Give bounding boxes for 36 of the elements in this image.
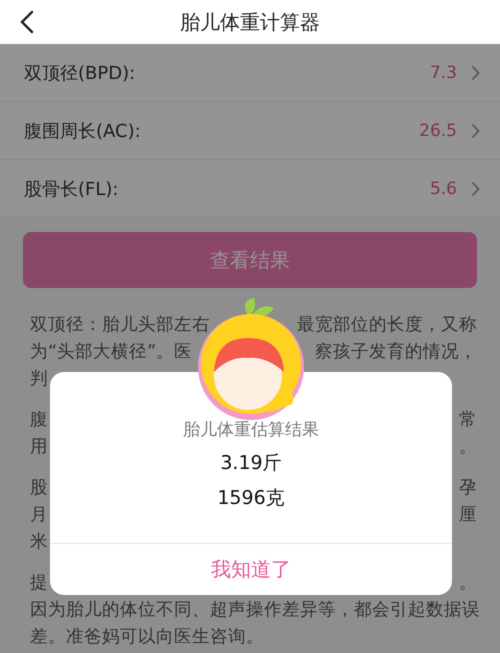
chevron-icon <box>471 122 480 138</box>
measurement-row[interactable]: 腹围周长(AC): 26.5 <box>0 102 500 160</box>
measurement-row[interactable]: 股骨长(FL): 5.6 <box>0 160 500 218</box>
page-title: 胎儿体重计算器 <box>180 8 320 36</box>
explanation-text: 腹 <box>30 409 48 432</box>
explanation-text: 提 <box>30 572 48 595</box>
explanation-text: 常 <box>459 409 477 432</box>
confirm-button[interactable]: 我知道了 <box>50 543 452 595</box>
measurement-value: 5.6 <box>430 178 457 198</box>
measurement-label: 腹围周长(AC): <box>24 120 142 142</box>
back-icon[interactable] <box>20 10 34 34</box>
explanation-text: 为“头部大横径”。医 <box>30 341 192 364</box>
explanation-text: 最宽部位的长度，又称 <box>297 314 477 337</box>
result-text: 1596克 <box>217 486 285 511</box>
measurement-value: 7.3 <box>430 62 457 82</box>
result-text: 3.19斤 <box>220 451 282 476</box>
dialog-title: 胎儿体重估算结果 <box>183 419 319 441</box>
explanation-text: 。 <box>459 436 477 459</box>
measurement-row[interactable]: 双顶径(BPD): 7.3 <box>0 44 500 102</box>
explanation-text: 米 <box>30 531 48 554</box>
explanation-text: 察孩子发育的情况， <box>315 341 477 364</box>
explanation-text: 厘 <box>459 504 477 527</box>
chevron-icon <box>471 64 480 80</box>
explanation-text: 孕 <box>459 477 477 500</box>
explanation-text: 因为胎儿的体位不同、超声操作差异等，都会引起数据误 <box>30 599 480 622</box>
explanation-text: 差。准爸妈可以向医生咨询。 <box>30 626 264 649</box>
measurement-label: 双顶径(BPD): <box>24 62 136 84</box>
explanation-text: 用 <box>30 436 48 459</box>
explanation-text: 判 <box>30 368 48 391</box>
explanation-text: 股 <box>30 477 48 500</box>
explanation-text: 月 <box>30 504 48 527</box>
measurement-label: 股骨长(FL): <box>24 178 120 200</box>
measurement-value: 26.5 <box>419 120 457 140</box>
explanation-text: 。 <box>459 572 477 595</box>
explanation-text: 双顶径：胎儿头部左右 <box>30 314 210 337</box>
chevron-icon <box>471 180 480 196</box>
